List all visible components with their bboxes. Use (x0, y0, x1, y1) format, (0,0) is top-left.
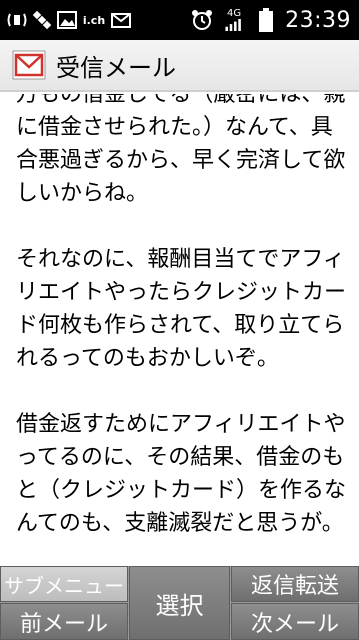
select-button[interactable]: 選択 (129, 566, 230, 640)
page-title: 受信メール (56, 53, 176, 82)
message-body-area[interactable]: 万もの借金してる（厳密には、親に借金させられた。）なんて、具合悪過ぎるから、早く… (0, 94, 359, 566)
clock-time: 23:39 (285, 7, 351, 33)
ich-icon: i.ch (81, 9, 107, 31)
network-4g-icon: 4G (221, 9, 247, 31)
mail-envelope-icon (12, 50, 46, 80)
status-bar: i.ch 4G 23:39 (0, 0, 359, 40)
ich-label: i.ch (82, 13, 106, 27)
title-bar: 受信メール (0, 40, 359, 92)
status-right: 4G 23:39 (191, 6, 351, 34)
alarm-icon (191, 9, 213, 31)
battery-icon (255, 8, 277, 32)
signal-wave-icon (6, 9, 28, 31)
network-label: 4G (227, 8, 242, 19)
softkey-bar: サブメニュー 前メール 選択 返信転送 次メール (0, 566, 359, 640)
prev-mail-button[interactable]: 前メール (0, 603, 128, 640)
mail-notify-icon (110, 9, 132, 31)
next-mail-button[interactable]: 次メール (231, 603, 359, 640)
image-icon (56, 9, 78, 31)
message-body: 万もの借金してる（厳密には、親に借金させられた。）なんて、具合悪過ぎるから、早く… (16, 94, 347, 536)
sub-menu-button[interactable]: サブメニュー (0, 566, 128, 602)
satellite-icon (31, 9, 53, 31)
reply-forward-button[interactable]: 返信転送 (231, 566, 359, 602)
notification-icons: i.ch (6, 8, 132, 32)
